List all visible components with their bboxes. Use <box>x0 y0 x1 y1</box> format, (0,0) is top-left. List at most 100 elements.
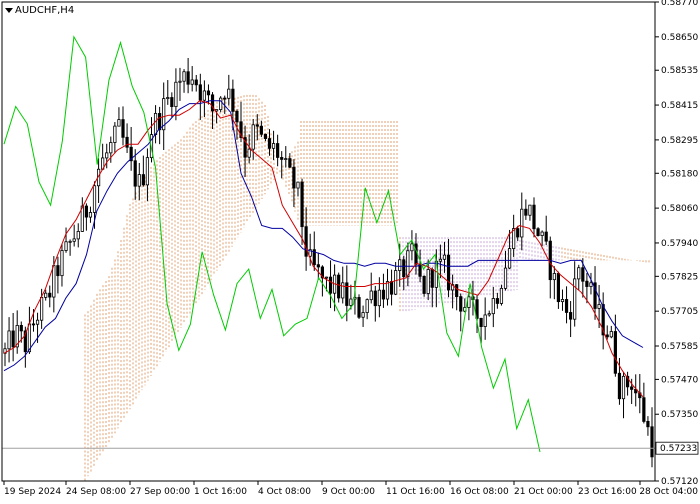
candle-body <box>560 299 565 303</box>
candle-body <box>597 304 601 309</box>
y-tick-label: 0.57120 <box>661 477 698 487</box>
candle-body <box>573 278 577 320</box>
candle-body <box>438 258 443 262</box>
candle-body <box>276 143 280 158</box>
candle-body <box>503 267 508 289</box>
chart-area[interactable]: 0.58770 0.58650 0.58535 0.58415 0.58295 0.581… <box>0 0 700 500</box>
chart-frame <box>1 1 656 482</box>
candle-body <box>284 158 288 160</box>
candle-body <box>642 397 646 422</box>
candle-body <box>479 317 483 327</box>
x-tick-label: 21 Oct 00:00 <box>514 487 573 497</box>
x-tick-label: 27 Sep 00:00 <box>130 487 190 497</box>
candle-body <box>113 125 117 143</box>
candle-body <box>544 231 548 242</box>
candle-body <box>158 113 162 131</box>
candle-body <box>84 205 88 218</box>
candle-body <box>137 174 141 187</box>
y-tick-label: 0.57705 <box>661 307 698 317</box>
candle-body <box>68 240 72 243</box>
candle-body <box>585 280 589 287</box>
candle-body <box>206 90 211 96</box>
candle-body <box>44 292 48 298</box>
x-tick-label: 11 Oct 16:00 <box>386 487 445 497</box>
candle-body <box>499 287 504 304</box>
candle-body <box>40 296 44 321</box>
x-axis: 19 Sep 2024 24 Sep 08:00 27 Sep 00:00 1 Oct… <box>3 481 698 497</box>
candle-body <box>613 331 617 374</box>
y-tick-label: 0.58060 <box>661 204 698 214</box>
candle-body <box>316 264 320 268</box>
candle-body <box>52 265 56 298</box>
candle-body <box>389 281 394 295</box>
candle-body <box>577 267 581 280</box>
candle-body <box>174 81 178 107</box>
candle-body <box>259 125 263 135</box>
candle-body <box>414 243 418 265</box>
y-tick-label: 0.57350 <box>661 410 698 420</box>
price-chart[interactable]: 0.58770 0.58650 0.58535 0.58415 0.58295 0.581… <box>0 0 700 500</box>
candle-body <box>324 276 329 279</box>
candle-body <box>581 267 585 282</box>
candle-body <box>621 375 626 400</box>
candle-body <box>609 331 613 338</box>
candle-body <box>280 157 284 160</box>
candle-body <box>182 71 186 82</box>
candle-body <box>35 319 40 325</box>
candle-body <box>88 212 93 218</box>
y-tick-label: 0.58180 <box>661 169 698 179</box>
candle-body <box>304 226 308 257</box>
candle-body <box>373 290 377 307</box>
plot-border <box>1 1 656 482</box>
candle-body <box>455 284 459 298</box>
candle-body <box>487 313 491 316</box>
candle-body <box>223 97 227 100</box>
x-tick-label: 19 Sep 2024 <box>4 487 61 497</box>
candle-body <box>19 325 23 332</box>
candle-body <box>263 133 268 139</box>
chikou-line <box>3 35 541 453</box>
candle-body <box>292 166 296 189</box>
candle-body <box>536 228 540 236</box>
candle-body <box>446 254 451 291</box>
candle-body <box>402 259 406 277</box>
candle-body <box>528 204 532 216</box>
candle-body <box>361 312 365 318</box>
x-tick-label: 23 Oct 16:00 <box>578 487 637 497</box>
candle-body <box>495 298 499 304</box>
candle-body <box>121 119 125 138</box>
candle-body <box>430 269 434 288</box>
candle-body <box>337 274 341 299</box>
candle-body <box>328 276 333 294</box>
candle-body <box>556 273 561 303</box>
y-axis: 0.58770 0.58650 0.58535 0.58415 0.58295 0.581… <box>655 0 698 487</box>
x-tick-label: 4 Oct 08:00 <box>258 487 311 497</box>
candle-body <box>288 158 292 168</box>
y-tick-label: 0.57470 <box>661 375 698 385</box>
candle-body <box>589 282 593 287</box>
candle-body <box>552 273 556 281</box>
candle-body <box>255 124 259 127</box>
candle-body <box>166 97 170 100</box>
candle-body <box>296 181 300 189</box>
candle-body <box>145 157 150 186</box>
y-tick-label: 0.58535 <box>661 66 698 76</box>
candle-body <box>300 181 304 228</box>
candle-body <box>109 142 113 154</box>
y-tick-label: 0.57585 <box>661 342 698 352</box>
candle-body <box>60 250 64 277</box>
candle-body <box>186 71 190 85</box>
candle-body <box>125 136 129 148</box>
candle-body <box>605 334 609 338</box>
candle-body <box>76 231 80 240</box>
candle-body <box>365 299 369 313</box>
candle-body <box>569 312 573 320</box>
candle-body <box>646 420 650 428</box>
candle-body <box>630 386 634 390</box>
candle-body <box>491 298 495 315</box>
x-tick-label: 9 Oct 00:00 <box>322 487 375 497</box>
y-tick-label: 0.58770 <box>661 0 698 8</box>
triangle-down-icon[interactable] <box>5 8 13 13</box>
candle-body <box>170 97 174 107</box>
candle-body <box>341 282 345 299</box>
